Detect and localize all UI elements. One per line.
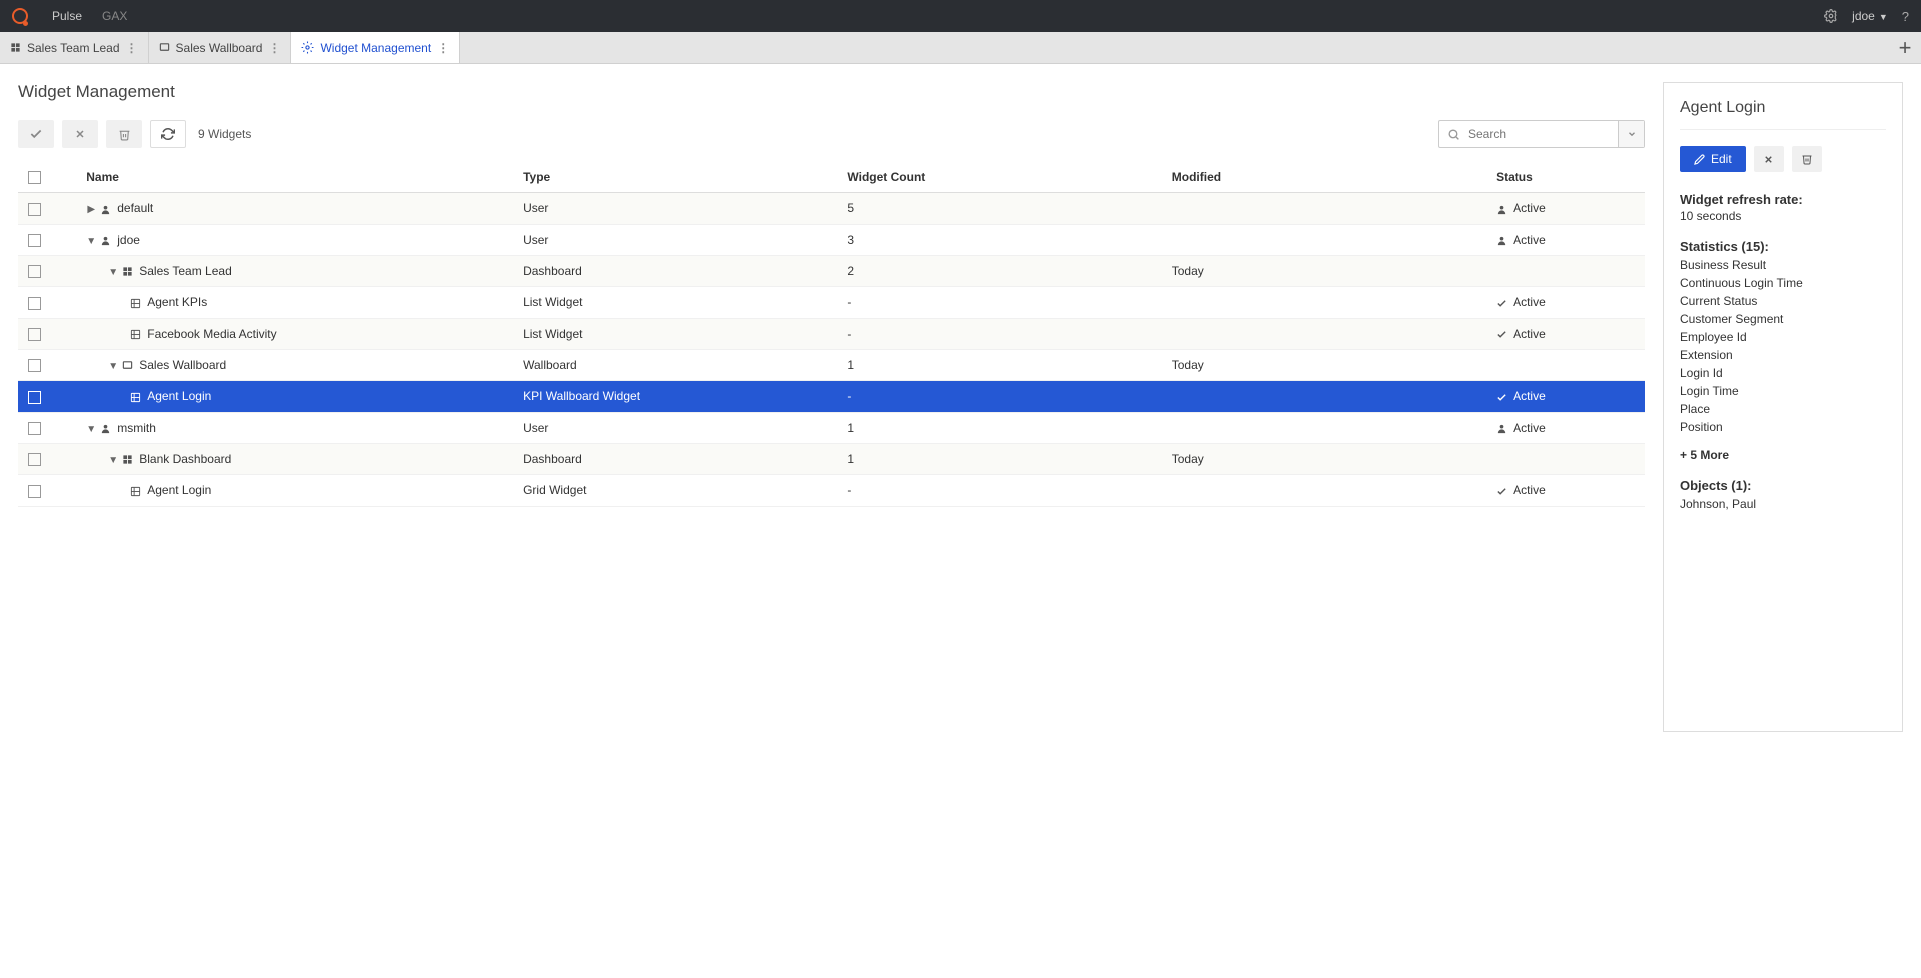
nav-gax[interactable]: GAX <box>102 9 127 23</box>
more-stats-link[interactable]: + 5 More <box>1680 448 1886 462</box>
delete-details-button[interactable] <box>1792 146 1822 172</box>
help-icon[interactable]: ? <box>1902 9 1909 24</box>
status-icon <box>1496 423 1507 434</box>
confirm-button[interactable] <box>18 120 54 148</box>
dashboard-icon <box>122 266 133 277</box>
statistics-label: Statistics (15): <box>1680 239 1886 254</box>
stat-item: Position <box>1680 418 1886 436</box>
tab-menu-icon[interactable]: ⋮ <box>268 41 280 55</box>
row-checkbox[interactable] <box>28 422 41 435</box>
table-row[interactable]: ▼jdoeUser3Active <box>18 224 1645 255</box>
search-icon <box>1439 128 1468 141</box>
table-row[interactable]: ▼Blank DashboardDashboard1Today <box>18 443 1645 474</box>
stat-item: Extension <box>1680 346 1886 364</box>
search-dropdown[interactable] <box>1618 121 1644 147</box>
details-title: Agent Login <box>1680 99 1886 130</box>
search-input[interactable] <box>1468 127 1618 141</box>
delete-button[interactable] <box>106 120 142 148</box>
widget-icon <box>130 329 141 340</box>
status-icon <box>1496 204 1507 215</box>
close-details-button[interactable] <box>1754 146 1784 172</box>
table-row[interactable]: ▼Sales WallboardWallboard1Today <box>18 349 1645 380</box>
row-checkbox[interactable] <box>28 391 41 404</box>
stat-item: Continuous Login Time <box>1680 274 1886 292</box>
wallboard-icon <box>122 360 133 371</box>
row-checkbox[interactable] <box>28 297 41 310</box>
stat-item: Login Id <box>1680 364 1886 382</box>
tab-sales-team-lead[interactable]: Sales Team Lead⋮ <box>0 32 149 63</box>
status-icon <box>1496 392 1507 403</box>
collapse-icon[interactable]: ▼ <box>108 455 118 466</box>
stat-item: Current Status <box>1680 292 1886 310</box>
user-icon <box>100 423 111 434</box>
table-header: Name Type Widget Count Modified Status <box>18 162 1645 193</box>
objects-label: Objects (1): <box>1680 478 1886 493</box>
row-checkbox[interactable] <box>28 234 41 247</box>
wallboard-icon <box>159 42 170 53</box>
add-tab-button[interactable]: + <box>1889 32 1921 63</box>
tab-menu-icon[interactable]: ⋮ <box>126 41 138 55</box>
status-icon <box>1496 298 1507 309</box>
cancel-button[interactable] <box>62 120 98 148</box>
row-checkbox[interactable] <box>28 485 41 498</box>
widget-count: 9 Widgets <box>198 127 251 141</box>
gear-icon <box>301 41 314 54</box>
table-row[interactable]: Agent KPIsList Widget-Active <box>18 287 1645 318</box>
stat-item: Business Result <box>1680 256 1886 274</box>
table-row[interactable]: ▶defaultUser5Active <box>18 193 1645 224</box>
widget-icon <box>130 298 141 309</box>
table-row[interactable]: Facebook Media ActivityList Widget-Activ… <box>18 318 1645 349</box>
refresh-button[interactable] <box>150 120 186 148</box>
collapse-icon[interactable]: ▼ <box>108 267 118 278</box>
table-row[interactable]: ▼Sales Team LeadDashboard2Today <box>18 255 1645 286</box>
collapse-icon[interactable]: ▼ <box>108 361 118 372</box>
table-row[interactable]: ▼msmithUser1Active <box>18 412 1645 443</box>
widget-icon <box>130 392 141 403</box>
gear-icon[interactable] <box>1824 9 1838 23</box>
expand-icon[interactable]: ▶ <box>86 204 96 215</box>
page-title: Widget Management <box>18 82 1645 102</box>
row-checkbox[interactable] <box>28 359 41 372</box>
dashboard-icon <box>10 42 21 53</box>
user-icon <box>100 235 111 246</box>
collapse-icon[interactable]: ▼ <box>86 424 96 435</box>
widget-icon <box>130 486 141 497</box>
tab-widget-management[interactable]: Widget Management⋮ <box>291 32 460 63</box>
row-checkbox[interactable] <box>28 203 41 216</box>
stat-item: Customer Segment <box>1680 310 1886 328</box>
stat-item: Employee Id <box>1680 328 1886 346</box>
select-all-checkbox[interactable] <box>28 171 41 184</box>
tab-menu-icon[interactable]: ⋮ <box>437 41 449 55</box>
edit-button[interactable]: Edit <box>1680 146 1746 172</box>
details-panel: Agent Login Edit Widget refresh rate: 10… <box>1663 82 1903 732</box>
stat-item: Login Time <box>1680 382 1886 400</box>
refresh-rate-value: 10 seconds <box>1680 209 1886 223</box>
row-checkbox[interactable] <box>28 265 41 278</box>
object-item: Johnson, Paul <box>1680 495 1886 513</box>
status-icon <box>1496 329 1507 340</box>
status-icon <box>1496 235 1507 246</box>
app-logo <box>12 8 28 24</box>
tab-sales-wallboard[interactable]: Sales Wallboard⋮ <box>149 32 292 63</box>
row-checkbox[interactable] <box>28 328 41 341</box>
stat-item: Place <box>1680 400 1886 418</box>
table-row[interactable]: Agent LoginKPI Wallboard Widget-Active <box>18 381 1645 412</box>
row-checkbox[interactable] <box>28 453 41 466</box>
collapse-icon[interactable]: ▼ <box>86 236 96 247</box>
nav-pulse[interactable]: Pulse <box>52 9 82 23</box>
dashboard-icon <box>122 454 133 465</box>
status-icon <box>1496 486 1507 497</box>
refresh-rate-label: Widget refresh rate: <box>1680 192 1886 207</box>
user-icon <box>100 204 111 215</box>
user-menu[interactable]: jdoe▼ <box>1852 9 1888 23</box>
table-row[interactable]: Agent LoginGrid Widget-Active <box>18 475 1645 506</box>
